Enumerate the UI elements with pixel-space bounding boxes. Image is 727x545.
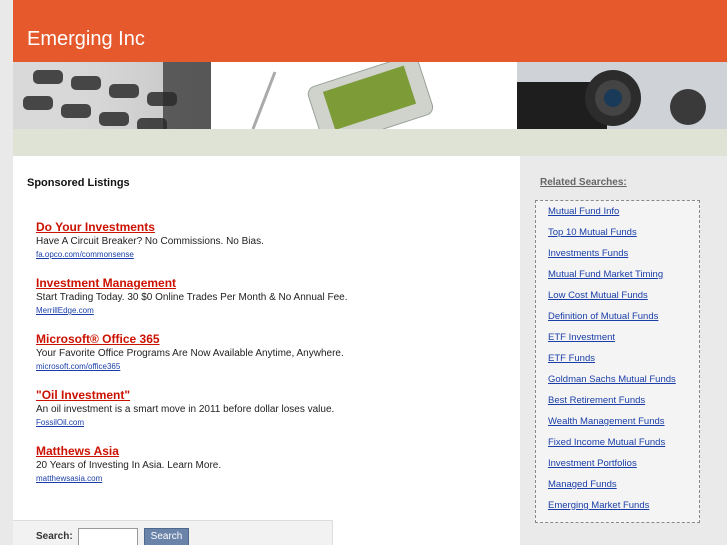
listing: Do Your Investments Have A Circuit Break… [36,220,506,260]
listing-description: Start Trading Today. 30 $0 Online Trades… [36,292,348,303]
listing-description: Your Favorite Office Programs Are Now Av… [36,348,344,359]
related-link[interactable]: Definition of Mutual Funds [548,311,658,322]
related-link[interactable]: Low Cost Mutual Funds [548,290,648,301]
listing-title[interactable]: Matthews Asia [36,444,506,458]
camera-photo [517,62,727,129]
related-searches-box: Mutual Fund Info Top 10 Mutual Funds Inv… [535,200,700,523]
related-link[interactable]: Investment Portfolios [548,458,637,469]
listing-title[interactable]: Do Your Investments [36,220,506,234]
listing-description: An oil investment is a smart move in 201… [36,404,335,415]
related-link[interactable]: ETF Investment [548,332,615,343]
search-button[interactable]: Search [144,528,189,545]
site-title[interactable]: Emerging Inc [27,28,145,51]
listing-url[interactable]: FossilOil.com [36,417,506,428]
sponsored-heading: Sponsored Listings [27,177,130,189]
listing-url[interactable]: MerrillEdge.com [36,305,506,316]
search-input[interactable] [78,528,138,545]
listing-description: Have A Circuit Breaker? No Commissions. … [36,236,264,247]
related-searches-heading: Related Searches: [540,177,627,188]
listing-url[interactable]: fa.opco.com/commonsense [36,249,506,260]
pda-pen-photo [211,62,517,129]
header-photo-strip [13,62,727,129]
main-content: Sponsored Listings Do Your Investments H… [13,156,520,545]
phone-keypad-photo [13,62,211,129]
related-link[interactable]: Wealth Management Funds [548,416,665,427]
related-link[interactable]: Mutual Fund Market Timing [548,269,663,280]
listing-title[interactable]: Investment Management [36,276,506,290]
related-link[interactable]: Emerging Market Funds [548,500,649,511]
listing: Matthews Asia 20 Years of Investing In A… [36,444,506,484]
header-band [13,129,727,156]
header-photos [13,62,727,129]
related-link[interactable]: Best Retirement Funds [548,395,645,406]
related-link[interactable]: Mutual Fund Info [548,206,619,217]
listing-description: 20 Years of Investing In Asia. Learn Mor… [36,460,222,471]
site-header: Emerging Inc [13,0,727,62]
listing-url[interactable]: matthewsasia.com [36,473,506,484]
search-label: Search: [36,531,73,542]
related-link[interactable]: Investments Funds [548,248,628,259]
related-link[interactable]: ETF Funds [548,353,595,364]
related-link[interactable]: Top 10 Mutual Funds [548,227,637,238]
related-link[interactable]: Goldman Sachs Mutual Funds [548,374,676,385]
listing: Microsoft® Office 365 Your Favorite Offi… [36,332,506,372]
related-link[interactable]: Managed Funds [548,479,617,490]
search-bar: Search: Search [13,520,333,545]
page: Emerging Inc Sponsored Listings Do Your … [13,0,727,545]
listing-url[interactable]: microsoft.com/office365 [36,361,506,372]
listing-title[interactable]: "Oil Investment" [36,388,506,402]
listing-title[interactable]: Microsoft® Office 365 [36,332,506,346]
listing: "Oil Investment" An oil investment is a … [36,388,506,428]
related-searches-sidebar: Related Searches: Mutual Fund Info Top 1… [520,156,727,545]
related-link[interactable]: Fixed Income Mutual Funds [548,437,665,448]
listing: Investment Management Start Trading Toda… [36,276,506,316]
